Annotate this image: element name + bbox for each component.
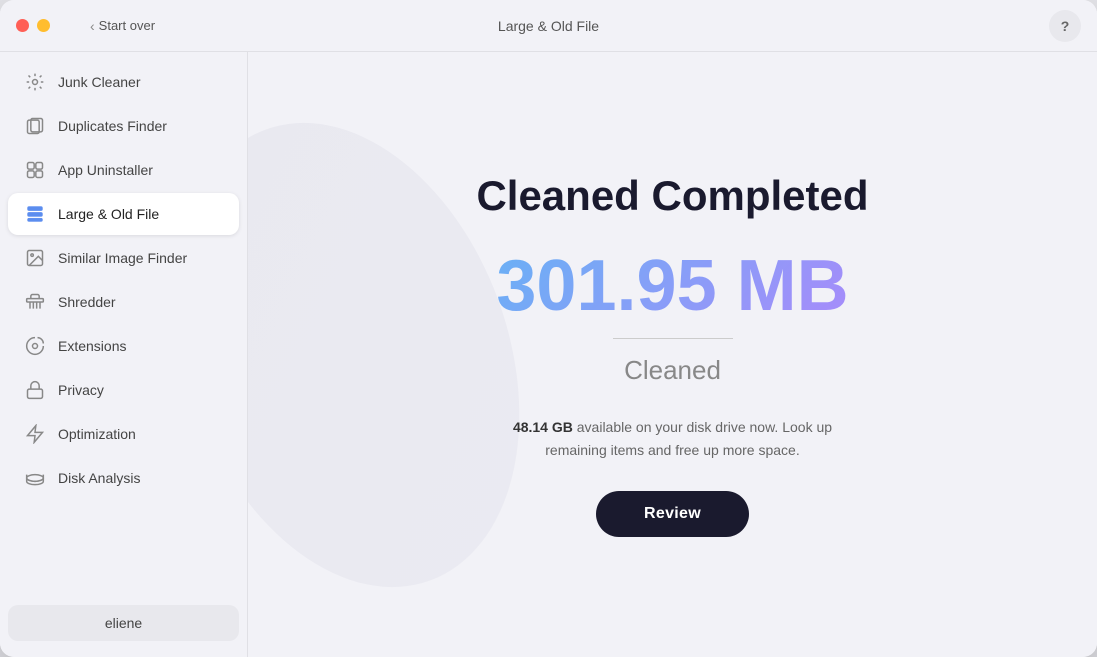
app-uninstaller-label: App Uninstaller bbox=[58, 162, 153, 178]
extensions-label: Extensions bbox=[58, 338, 126, 354]
sidebar-spacer bbox=[0, 500, 247, 597]
help-button[interactable]: ? bbox=[1049, 10, 1081, 42]
similar-image-finder-icon bbox=[24, 247, 46, 269]
page-title: Large & Old File bbox=[498, 18, 599, 34]
disk-info: 48.14 GB available on your disk drive no… bbox=[493, 416, 853, 461]
sidebar-item-disk-analysis[interactable]: Disk Analysis bbox=[8, 457, 239, 499]
sidebar-item-optimization[interactable]: Optimization bbox=[8, 413, 239, 455]
optimization-label: Optimization bbox=[58, 426, 136, 442]
shredder-label: Shredder bbox=[58, 294, 116, 310]
title-bar: ‹ Start over Large & Old File ? bbox=[0, 0, 1097, 52]
sidebar-item-large-old-file[interactable]: Large & Old File bbox=[8, 193, 239, 235]
app-uninstaller-icon bbox=[24, 159, 46, 181]
large-old-file-label: Large & Old File bbox=[58, 206, 159, 222]
sidebar-item-app-uninstaller[interactable]: App Uninstaller bbox=[8, 149, 239, 191]
duplicates-finder-label: Duplicates Finder bbox=[58, 118, 167, 134]
sidebar-item-shredder[interactable]: Shredder bbox=[8, 281, 239, 323]
similar-image-finder-label: Similar Image Finder bbox=[58, 250, 187, 266]
chevron-left-icon: ‹ bbox=[90, 18, 95, 34]
junk-cleaner-icon bbox=[24, 71, 46, 93]
main-content: Junk Cleaner Duplicates Finder App Unins… bbox=[0, 52, 1097, 657]
large-old-file-icon bbox=[24, 203, 46, 225]
sidebar-item-duplicates-finder[interactable]: Duplicates Finder bbox=[8, 105, 239, 147]
review-button[interactable]: Review bbox=[596, 491, 749, 537]
help-label: ? bbox=[1061, 18, 1070, 34]
user-name: eliene bbox=[105, 615, 142, 631]
content-area: Cleaned Completed 301.95 MB Cleaned 48.1… bbox=[248, 52, 1097, 657]
sidebar: Junk Cleaner Duplicates Finder App Unins… bbox=[0, 52, 248, 657]
sidebar-item-extensions[interactable]: Extensions bbox=[8, 325, 239, 367]
privacy-icon bbox=[24, 379, 46, 401]
close-button[interactable] bbox=[16, 19, 29, 32]
cleaned-amount: 301.95 MB bbox=[496, 250, 848, 322]
junk-cleaner-label: Junk Cleaner bbox=[58, 74, 141, 90]
extensions-icon bbox=[24, 335, 46, 357]
disk-analysis-icon bbox=[24, 467, 46, 489]
disk-analysis-label: Disk Analysis bbox=[58, 470, 140, 486]
cleaned-label: Cleaned bbox=[624, 355, 721, 386]
minimize-button[interactable] bbox=[37, 19, 50, 32]
divider-line bbox=[613, 338, 733, 339]
sidebar-item-privacy[interactable]: Privacy bbox=[8, 369, 239, 411]
duplicates-finder-icon bbox=[24, 115, 46, 137]
privacy-label: Privacy bbox=[58, 382, 104, 398]
disk-gb-highlight: 48.14 GB bbox=[513, 419, 573, 435]
app-window: ‹ Start over Large & Old File ? Junk Cle… bbox=[0, 0, 1097, 657]
optimization-icon bbox=[24, 423, 46, 445]
sidebar-item-junk-cleaner[interactable]: Junk Cleaner bbox=[8, 61, 239, 103]
traffic-lights bbox=[16, 19, 50, 32]
sidebar-user[interactable]: eliene bbox=[8, 605, 239, 641]
start-over-label: Start over bbox=[99, 18, 155, 33]
cleaned-completed-title: Cleaned Completed bbox=[476, 172, 868, 220]
start-over-button[interactable]: ‹ Start over bbox=[90, 18, 155, 34]
disk-info-suffix: available on your disk drive now. Look u… bbox=[545, 419, 832, 457]
sidebar-item-similar-image-finder[interactable]: Similar Image Finder bbox=[8, 237, 239, 279]
shredder-icon bbox=[24, 291, 46, 313]
bg-decoration bbox=[248, 74, 580, 634]
